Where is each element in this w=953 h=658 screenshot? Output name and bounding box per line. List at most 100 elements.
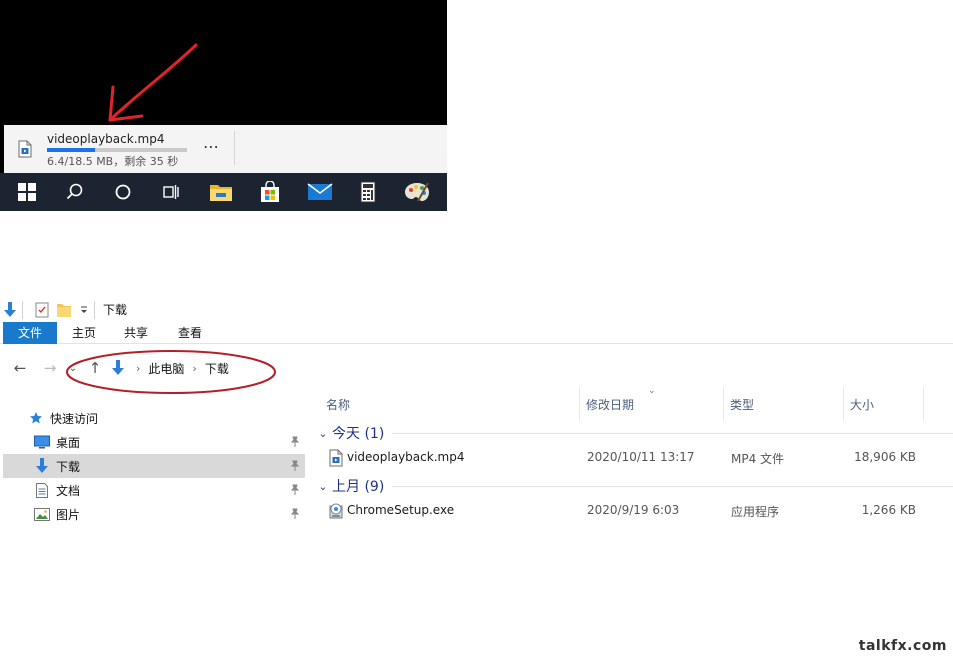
file-name: ChromeSetup.exe: [347, 503, 455, 517]
breadcrumb-separator-icon: ›: [192, 361, 197, 375]
download-progress-bar: [47, 148, 187, 152]
nav-item-downloads[interactable]: 下载: [3, 454, 305, 478]
chevron-down-icon: ⌄: [318, 479, 328, 493]
pin-icon[interactable]: [289, 484, 301, 496]
mail-button[interactable]: [296, 173, 344, 211]
paint-icon: [405, 182, 429, 202]
task-view-icon: [163, 185, 179, 199]
nav-item-label: 快速访问: [50, 411, 99, 426]
up-button[interactable]: ↑: [85, 358, 105, 378]
video-file-icon: [18, 140, 32, 158]
new-folder-icon: [57, 304, 71, 317]
microsoft-store-button[interactable]: [246, 173, 294, 211]
new-folder-button[interactable]: [56, 301, 72, 319]
search-icon: [66, 183, 83, 200]
arrow-up-icon: ↑: [88, 359, 102, 377]
file-explorer-button[interactable]: [197, 173, 245, 211]
address-box[interactable]: › 此电脑 › 下载: [110, 356, 953, 380]
tab-share[interactable]: 共享: [114, 322, 158, 344]
video-file-icon: [329, 449, 343, 467]
column-header-size[interactable]: 大小: [844, 388, 924, 420]
arrow-right-icon: →: [43, 359, 57, 377]
paint-button[interactable]: [393, 173, 441, 211]
pin-icon[interactable]: [289, 508, 301, 520]
download-progress-fill: [47, 148, 96, 152]
nav-item-label: 下载: [56, 459, 81, 474]
nav-item-pictures[interactable]: 图片: [0, 502, 305, 526]
star-icon: [28, 410, 44, 426]
calculator-icon: [360, 181, 376, 203]
nav-item-label: 桌面: [56, 435, 81, 450]
taskbar: [0, 173, 447, 211]
forward-button[interactable]: →: [40, 358, 60, 378]
tab-view[interactable]: 查看: [168, 322, 212, 344]
download-divider: [234, 131, 235, 165]
file-modified: 2020/9/19 6:03: [587, 503, 680, 517]
chevron-down-icon: ⌄: [68, 362, 78, 374]
download-icon: [34, 458, 50, 474]
download-folder-icon: [112, 360, 124, 375]
column-header-type[interactable]: 类型: [724, 388, 844, 420]
download-popup: videoplayback.mp4 6.4/18.5 MB，剩余 35 秒 ⋯: [4, 125, 447, 173]
nav-item-label: 文档: [56, 483, 81, 498]
file-type: MP4 文件: [731, 452, 785, 466]
file-list: 名称 修改日期 ⌄ 类型 大小 ⌄ 今天 (1) videoplayback.m…: [306, 386, 953, 536]
mail-icon: [307, 183, 333, 200]
tab-file[interactable]: 文件: [3, 322, 57, 344]
back-button[interactable]: ←: [10, 358, 30, 378]
nav-item-desktop[interactable]: 桌面: [0, 430, 305, 454]
qat-divider: [94, 301, 95, 319]
file-size: 1,266 KB: [861, 503, 916, 517]
cortana-button[interactable]: [99, 173, 147, 211]
nav-item-documents[interactable]: 文档: [0, 478, 305, 502]
pictures-icon: [34, 506, 50, 522]
sort-descending-icon: ⌄: [648, 386, 656, 396]
installer-icon: [329, 503, 343, 519]
file-explorer-icon: [210, 185, 232, 201]
group-header-today[interactable]: ⌄ 今天 (1): [306, 421, 953, 445]
column-header-name[interactable]: 名称: [320, 388, 580, 420]
desktop-icon: [34, 434, 50, 450]
calculator-button[interactable]: [344, 173, 392, 211]
breadcrumb-this-pc[interactable]: 此电脑: [142, 360, 190, 377]
chevron-down-icon: ⌄: [318, 426, 328, 440]
document-icon: [34, 482, 50, 498]
cortana-icon: [115, 184, 131, 200]
tab-home[interactable]: 主页: [62, 322, 106, 344]
windows-start-icon: [18, 183, 36, 201]
file-row[interactable]: ChromeSetup.exe 2020/9/19 6:03 应用程序 1,26…: [306, 499, 953, 523]
arrow-left-icon: ←: [13, 359, 27, 377]
watermark: talkfx.com: [858, 638, 947, 654]
download-filename[interactable]: videoplayback.mp4: [47, 132, 164, 146]
file-modified: 2020/10/11 13:17: [587, 450, 695, 464]
file-type: 应用程序: [731, 505, 780, 519]
pin-icon[interactable]: [289, 436, 301, 448]
navigation-pane: 快速访问 桌面 下载 文档 图片: [0, 404, 306, 534]
more-options-button[interactable]: ⋯: [200, 137, 222, 159]
more-options-icon: ⋯: [203, 137, 219, 156]
file-row[interactable]: videoplayback.mp4 2020/10/11 13:17 MP4 文…: [306, 446, 953, 470]
breadcrumb-downloads[interactable]: 下载: [199, 360, 235, 377]
download-screenshot: videoplayback.mp4 6.4/18.5 MB，剩余 35 秒 ⋯: [0, 0, 447, 211]
search-button[interactable]: [51, 173, 99, 211]
group-divider: [392, 432, 953, 434]
nav-item-quick-access[interactable]: 快速访问: [0, 406, 305, 430]
quick-access-toolbar: 下载: [0, 296, 953, 322]
nav-item-label: 图片: [56, 507, 81, 522]
pin-icon[interactable]: [289, 460, 301, 472]
ribbon-tabs: 文件 主页 共享 查看: [0, 322, 953, 344]
group-divider: [392, 485, 953, 487]
recent-locations-button[interactable]: ⌄: [66, 358, 80, 378]
properties-icon: [35, 302, 49, 318]
dropdown-icon: [81, 306, 87, 313]
properties-button[interactable]: [34, 301, 50, 319]
window-title: 下载: [103, 303, 128, 317]
group-header-last-month[interactable]: ⌄ 上月 (9): [306, 474, 953, 498]
qat-divider: [22, 301, 23, 319]
windows-start-button[interactable]: [3, 173, 51, 211]
task-view-button[interactable]: [147, 173, 195, 211]
file-size: 18,906 KB: [854, 450, 916, 464]
microsoft-store-icon: [261, 181, 279, 202]
breadcrumb-separator-icon: ›: [136, 361, 141, 375]
customize-qat-button[interactable]: [78, 301, 90, 319]
